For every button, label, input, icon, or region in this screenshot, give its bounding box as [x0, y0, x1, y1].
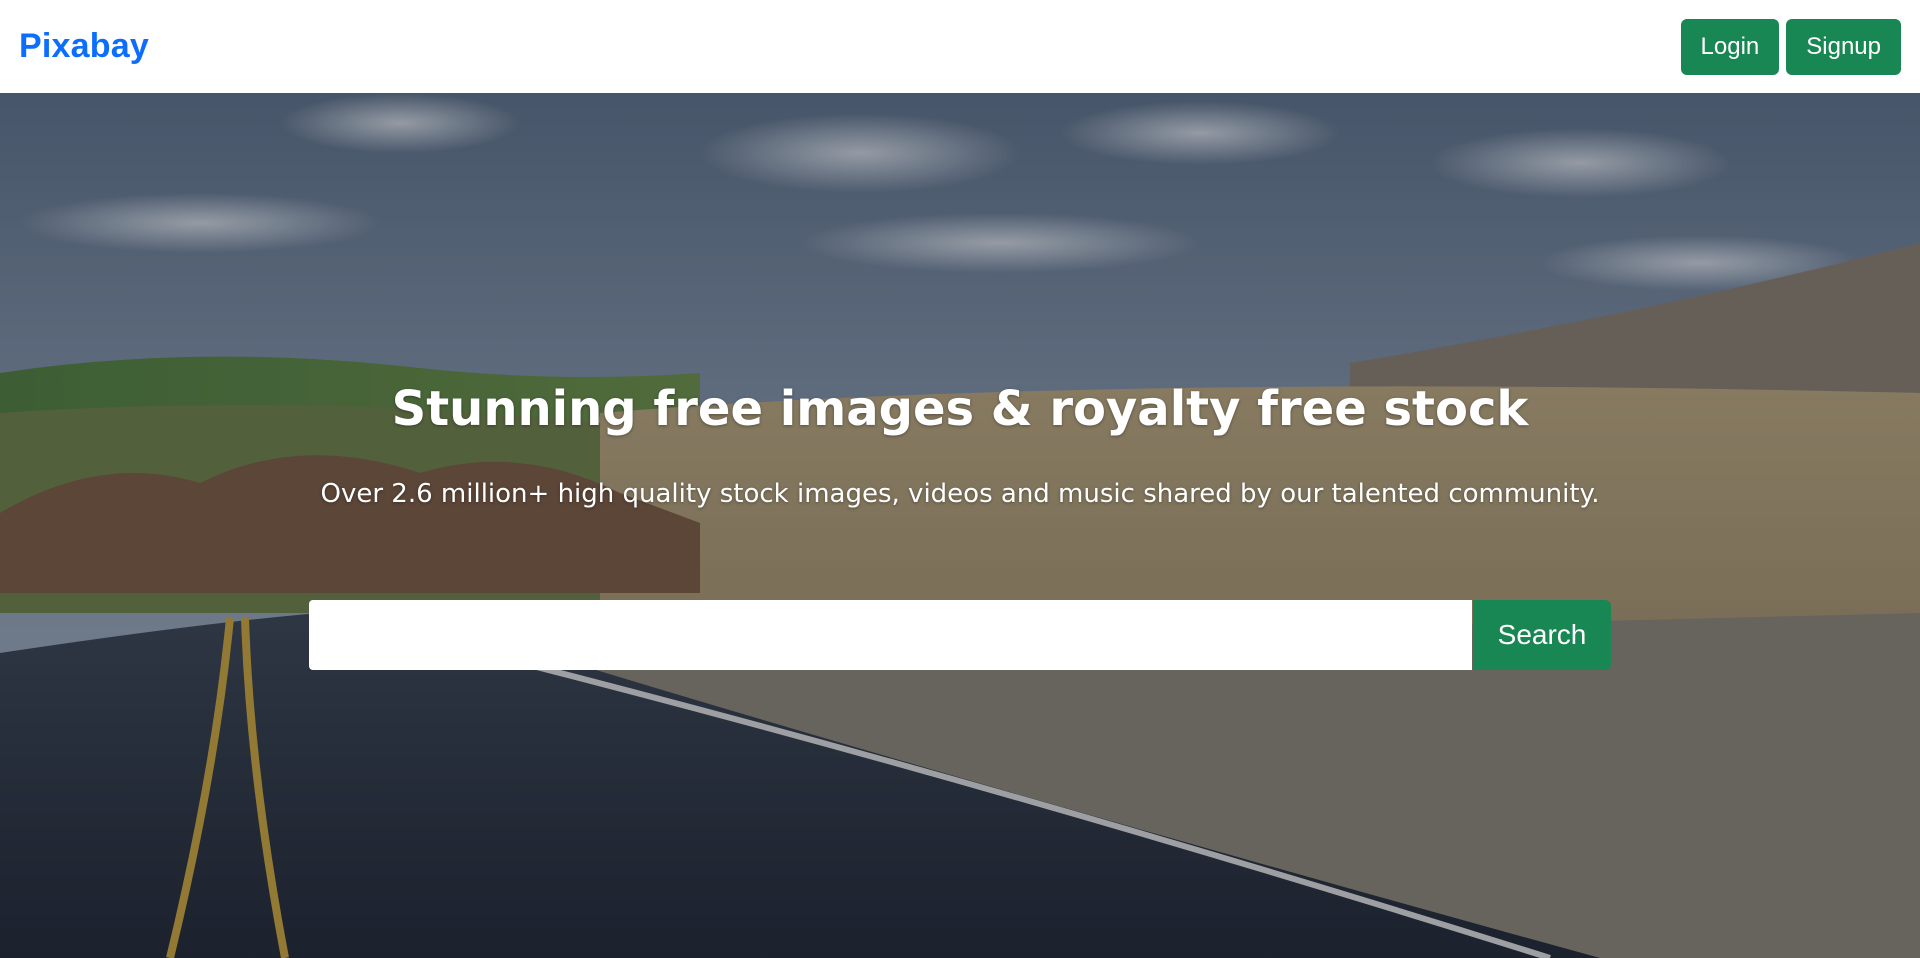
hero-section: Stunning free images & royalty free stoc…	[0, 93, 1920, 958]
hero-subtitle: Over 2.6 million+ high quality stock ima…	[320, 479, 1600, 509]
navbar: Pixabay Login Signup	[0, 0, 1920, 93]
search-form: Search	[309, 600, 1611, 670]
signup-button[interactable]: Signup	[1786, 18, 1901, 75]
search-input[interactable]	[309, 600, 1472, 670]
hero-title: Stunning free images & royalty free stoc…	[391, 381, 1529, 437]
login-button[interactable]: Login	[1680, 18, 1780, 75]
hero-dark-overlay	[0, 93, 1920, 958]
nav-buttons: Login Signup	[1680, 18, 1901, 75]
brand-logo-link[interactable]: Pixabay	[19, 27, 149, 66]
search-button[interactable]: Search	[1473, 600, 1611, 670]
